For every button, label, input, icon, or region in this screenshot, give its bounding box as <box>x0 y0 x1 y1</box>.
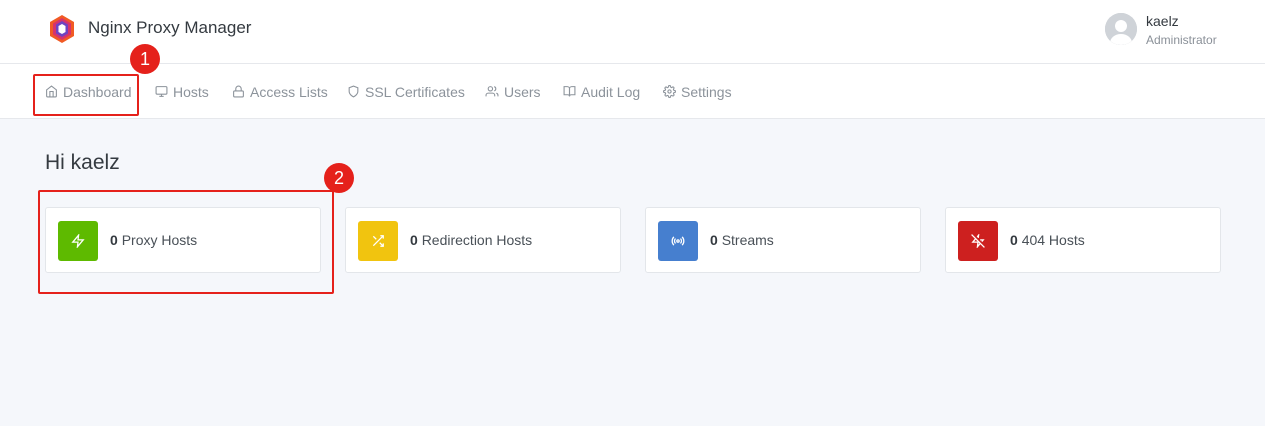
book-icon <box>563 86 576 97</box>
nav-label: Access Lists <box>250 83 328 100</box>
annotation-badge-2: 2 <box>324 163 354 193</box>
nav-label: Settings <box>681 83 732 100</box>
shuffle-icon <box>358 221 398 261</box>
annotation-box-2 <box>38 190 334 294</box>
monitor-icon <box>155 86 168 97</box>
card-text: 404 Hosts <box>1021 232 1085 248</box>
user-role: Administrator <box>1146 33 1217 47</box>
app-logo[interactable] <box>48 14 76 44</box>
nav-label: SSL Certificates <box>365 83 465 100</box>
card-text: Redirection Hosts <box>421 232 533 248</box>
card-streams[interactable]: 0 Streams <box>645 207 921 273</box>
user-avatar[interactable] <box>1105 13 1137 45</box>
radio-icon <box>658 221 698 261</box>
card-label: 0 Redirection Hosts <box>410 232 532 248</box>
gear-icon <box>663 85 676 98</box>
nav-label: Hosts <box>173 83 209 100</box>
nav-item-settings[interactable]: Settings <box>663 64 732 119</box>
card-text: Streams <box>721 232 774 248</box>
card-count: 0 <box>1010 232 1018 248</box>
main-nav: Dashboard Hosts Access Lists SSL Certifi… <box>0 64 1265 119</box>
card-count: 0 <box>710 232 718 248</box>
nav-label: Audit Log <box>581 83 641 100</box>
nav-item-ssl-certificates[interactable]: SSL Certificates <box>347 64 465 119</box>
nav-item-users[interactable]: Users <box>485 64 541 119</box>
page-greeting: Hi kaelz <box>45 151 120 174</box>
app-title[interactable]: Nginx Proxy Manager <box>88 18 251 38</box>
nav-label: Users <box>504 83 541 100</box>
card-label: 0 Streams <box>710 232 774 248</box>
card-redirection-hosts[interactable]: 0 Redirection Hosts <box>345 207 621 273</box>
zap-off-icon <box>958 221 998 261</box>
card-404-hosts[interactable]: 0 404 Hosts <box>945 207 1221 273</box>
card-count: 0 <box>410 232 418 248</box>
users-icon <box>485 86 499 97</box>
user-name[interactable]: kaelz <box>1146 13 1179 29</box>
annotation-box-1 <box>33 74 139 116</box>
nav-item-audit-log[interactable]: Audit Log <box>563 64 640 119</box>
lock-icon <box>233 85 244 98</box>
card-label: 0 404 Hosts <box>1010 232 1085 248</box>
top-header: Nginx Proxy Manager kaelz Administrator <box>0 0 1265 64</box>
annotation-badge-1: 1 <box>130 44 160 74</box>
shield-icon <box>348 85 359 98</box>
nav-item-access-lists[interactable]: Access Lists <box>232 64 328 119</box>
nav-item-hosts[interactable]: Hosts <box>155 64 209 119</box>
